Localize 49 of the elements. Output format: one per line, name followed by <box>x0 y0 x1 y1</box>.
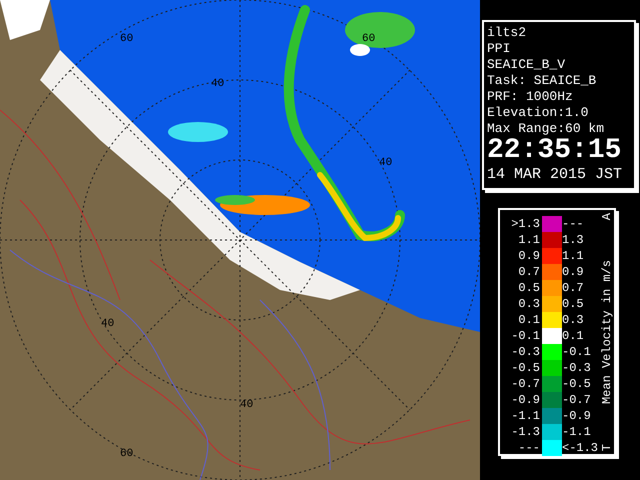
range-label: 40 <box>240 400 254 411</box>
legend-low-label: -1.3 <box>510 426 541 438</box>
legend-high-label: 1.1 <box>562 250 585 262</box>
legend-high-label: -0.3 <box>562 362 592 374</box>
legend-high-label: -0.5 <box>562 378 592 390</box>
legend-high-label: -0.1 <box>562 346 592 358</box>
legend-high-label: -0.9 <box>562 410 592 422</box>
info-line: PRF: 1000Hz <box>487 89 574 105</box>
legend-high-label: <-1.3 <box>562 442 600 454</box>
legend-low-label: 0.1 <box>517 314 541 326</box>
range-label: 40 <box>379 158 392 169</box>
legend-low-label: >1.3 <box>510 218 541 230</box>
range-label: 40 <box>211 79 224 90</box>
legend-high-label: -0.7 <box>562 394 592 406</box>
legend-low-label: -1.1 <box>510 410 541 422</box>
legend-low-label: -0.5 <box>510 362 541 374</box>
legend-high-label: 0.7 <box>562 282 585 294</box>
legend-title: Mean Velocity in m/s <box>601 260 613 404</box>
legend-high-label: 0.9 <box>562 266 585 278</box>
legend-mark: T <box>601 444 613 451</box>
date-text: 14 MAR 2015 JST <box>487 165 624 185</box>
legend-low-label: --- <box>517 442 541 454</box>
legend-low-label: 0.3 <box>517 298 541 310</box>
info-line: Elevation:1.0 <box>487 105 590 121</box>
legend-low-label: 0.7 <box>517 266 541 278</box>
legend-high-label: 0.5 <box>562 298 585 310</box>
legend-low-label: -0.7 <box>510 378 541 390</box>
info-line: SEAICE_B_V <box>487 57 566 73</box>
range-label: 60 <box>362 34 376 45</box>
info-line: PPI <box>487 41 512 57</box>
time-text: 22:35:15 <box>487 137 622 165</box>
legend-low-label: 1.1 <box>517 234 541 246</box>
legend-high-label: --- <box>562 218 585 230</box>
legend-high-label: 0.1 <box>562 330 585 342</box>
range-label: 60 <box>120 449 134 460</box>
legend-high-label: 0.3 <box>562 314 585 326</box>
range-label: 60 <box>120 34 134 45</box>
legend-low-label: -0.9 <box>510 394 541 406</box>
legend-high-label: 1.3 <box>562 234 585 246</box>
legend-low-label: 0.9 <box>517 250 541 262</box>
range-label: 40 <box>101 319 114 330</box>
info-line: Task: SEAICE_B <box>487 73 598 89</box>
info-line: ilts2 <box>487 25 528 41</box>
info-line: Max Range:60 km <box>487 121 606 137</box>
legend-mark: A <box>601 213 613 220</box>
legend-low-label: -0.1 <box>510 330 541 342</box>
legend-low-label: -0.3 <box>510 346 541 358</box>
legend-low-label: 0.5 <box>517 282 541 294</box>
legend-high-label: -1.1 <box>562 426 592 438</box>
